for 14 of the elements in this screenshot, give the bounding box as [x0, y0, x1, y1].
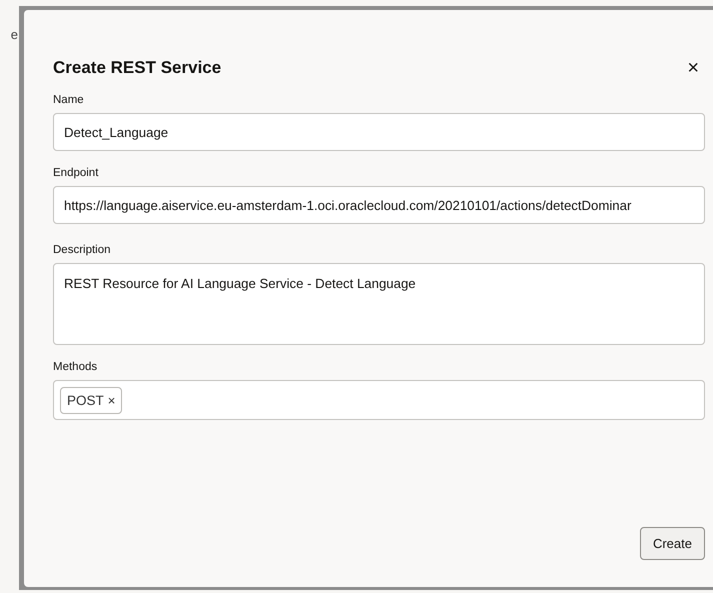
text-field[interactable]: https://language.aiservice.eu-amsterdam-1.oci.oraclecloud.com/20210101/actions/detectDominar — [53, 186, 705, 224]
text-field[interactable]: Detect_Language — [53, 113, 705, 151]
remove-button[interactable]: × — [108, 392, 116, 408]
methods-field[interactable]: POST × — [53, 380, 705, 420]
close-button[interactable]: × — [681, 56, 705, 80]
description-field[interactable]: REST Resource for AI Language Service - Detect Language — [53, 263, 705, 345]
field-label: Name — [53, 94, 85, 106]
create-button[interactable]: Create — [640, 527, 705, 560]
dialog-title: Create REST Service — [53, 58, 222, 78]
field-label: Methods — [53, 361, 98, 373]
field-label: Description — [53, 244, 112, 256]
field-label: Endpoint — [53, 167, 100, 179]
text-fragment: e — [10, 27, 18, 44]
method-tag: POST × — [60, 386, 122, 414]
